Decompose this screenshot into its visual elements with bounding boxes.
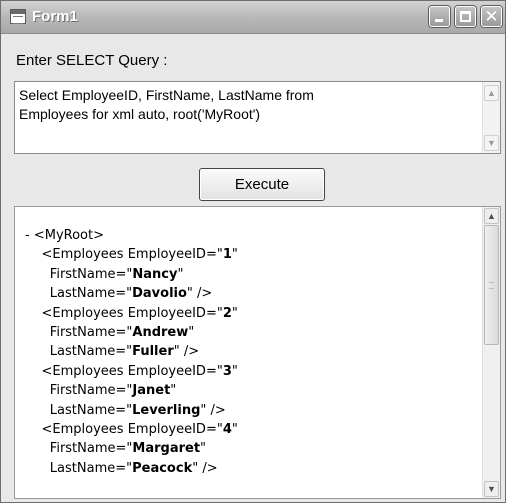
scroll-up-icon[interactable]: ▲ xyxy=(484,208,499,224)
employee-open-line: <Employees EmployeeID="3" xyxy=(25,363,238,379)
employee-open-line: <Employees EmployeeID="2" xyxy=(25,305,238,321)
employee-lastname-line: LastName="Peacock" /> xyxy=(25,460,218,476)
employee-firstname-value: Janet xyxy=(132,383,171,399)
employee-firstname-line: FirstName="Andrew" xyxy=(25,324,195,340)
employee-lastname-line: LastName="Fuller" /> xyxy=(25,344,200,360)
employee-id-value: 4 xyxy=(222,421,232,437)
close-button[interactable]: ✕ xyxy=(481,6,502,27)
minimize-button[interactable] xyxy=(429,6,450,27)
minimize-icon xyxy=(435,19,443,22)
scroll-down-icon[interactable]: ▼ xyxy=(484,135,499,151)
employee-firstname-value: Margaret xyxy=(132,441,201,457)
scroll-thumb[interactable] xyxy=(484,225,499,345)
close-icon: ✕ xyxy=(484,7,499,26)
maximize-icon xyxy=(460,11,471,22)
collapse-toggle[interactable]: - xyxy=(25,228,30,243)
employee-id-value: 3 xyxy=(222,363,232,379)
xml-root-line: - <MyRoot> xyxy=(25,226,238,245)
employee-firstname-value: Nancy xyxy=(132,266,178,282)
employee-lastname-line: LastName="Davolio" /> xyxy=(25,286,213,302)
maximize-button[interactable] xyxy=(455,6,476,27)
xml-output-view[interactable]: - <MyRoot> <Employees EmployeeID="1" Fir… xyxy=(14,206,501,499)
employee-firstname-line: FirstName="Janet" xyxy=(25,383,177,399)
employee-id-value: 2 xyxy=(222,305,232,321)
employee-list: <Employees EmployeeID="1" FirstName="Nan… xyxy=(25,245,238,478)
employee-lastname-line: LastName="Leverling" /> xyxy=(25,402,226,418)
employee-lastname-value: Peacock xyxy=(132,460,193,476)
employee-firstname-line: FirstName="Nancy" xyxy=(25,266,184,282)
employee-id-value: 1 xyxy=(222,247,232,263)
query-label: Enter SELECT Query : xyxy=(16,52,168,69)
scroll-up-icon[interactable]: ▲ xyxy=(484,85,499,101)
employee-firstname-line: FirstName="Margaret" xyxy=(25,441,207,457)
xml-content: - <MyRoot> <Employees EmployeeID="1" Fir… xyxy=(25,226,238,478)
query-textarea[interactable]: Select EmployeeID, FirstName, LastName f… xyxy=(14,81,501,154)
query-scrollbar[interactable]: ▲ ▼ xyxy=(482,82,500,153)
xml-root-tag: <MyRoot> xyxy=(33,228,104,243)
employee-lastname-value: Fuller xyxy=(132,344,174,360)
xml-scrollbar[interactable]: ▲ ▼ xyxy=(482,207,500,498)
form-icon[interactable] xyxy=(10,9,26,24)
employee-open-line: <Employees EmployeeID="4" xyxy=(25,421,238,437)
window-title: Form1 xyxy=(32,8,78,25)
query-text: Select EmployeeID, FirstName, LastName f… xyxy=(19,87,314,122)
employee-open-line: <Employees EmployeeID="1" xyxy=(25,247,238,263)
title-bar[interactable]: Form1 ✕ xyxy=(1,1,505,34)
scroll-down-icon[interactable]: ▼ xyxy=(484,481,499,497)
employee-firstname-value: Andrew xyxy=(132,324,189,340)
execute-button[interactable]: Execute xyxy=(199,168,325,201)
employee-lastname-value: Leverling xyxy=(132,402,201,418)
employee-lastname-value: Davolio xyxy=(132,286,187,302)
form1-window: Form1 ✕ Enter SELECT Query : Select Empl… xyxy=(0,0,506,503)
